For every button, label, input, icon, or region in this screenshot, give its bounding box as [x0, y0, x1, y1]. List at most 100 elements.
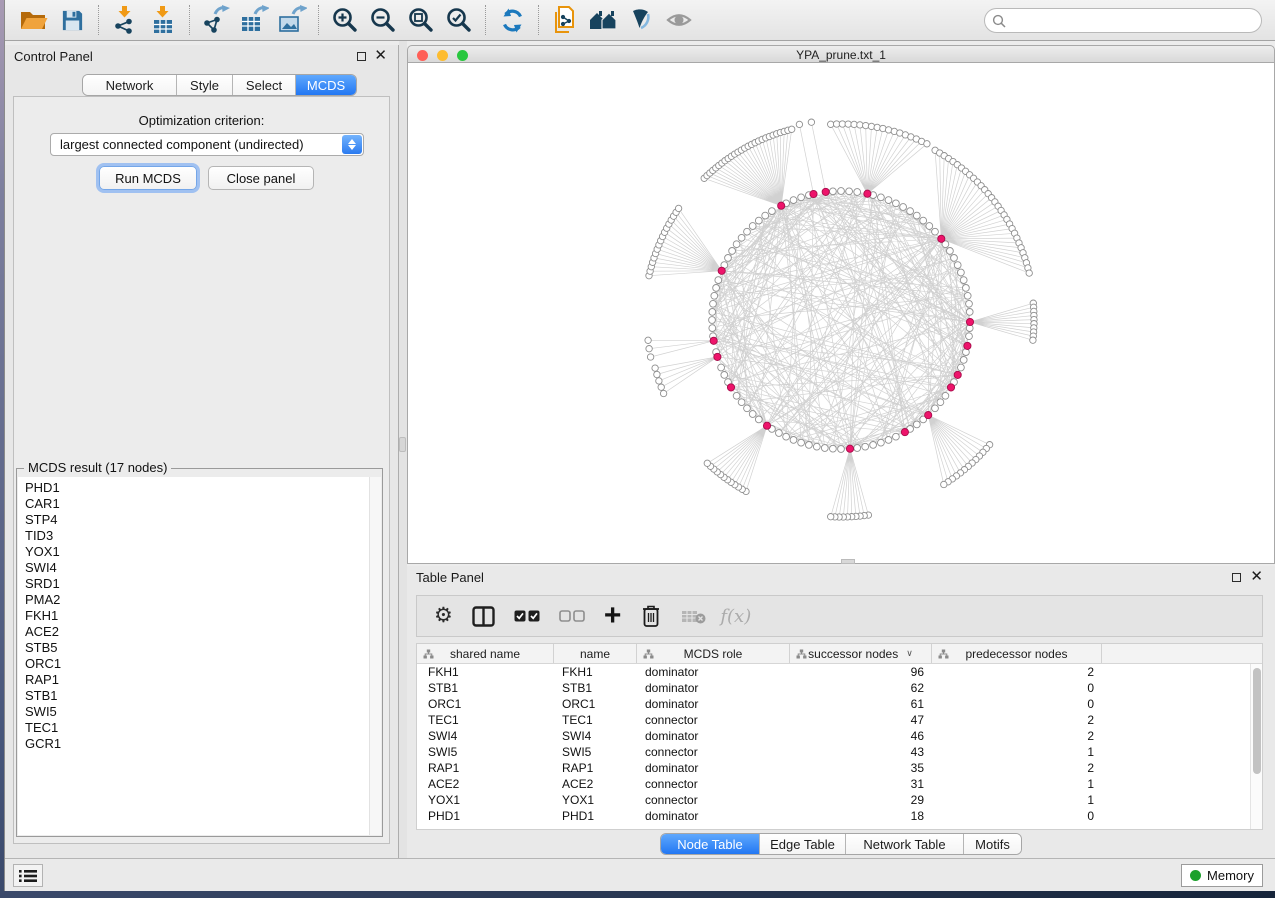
mcds-result-item[interactable]: PHD1 — [25, 480, 369, 496]
table-cell[interactable]: ACE2 — [554, 777, 637, 791]
table-cell[interactable]: SWI4 — [417, 729, 554, 743]
table-row[interactable]: SWI5SWI5connector431 — [417, 744, 1250, 760]
tab-network-table[interactable]: Network Table — [846, 834, 964, 854]
table-cell[interactable]: 46 — [790, 729, 932, 743]
table-cell[interactable]: 31 — [790, 777, 932, 791]
zoom-in-icon[interactable] — [326, 3, 364, 37]
column-header-name[interactable]: name — [554, 644, 637, 663]
table-cell[interactable]: SWI5 — [417, 745, 554, 759]
table-cell[interactable]: 2 — [932, 729, 1102, 743]
mcds-result-item[interactable]: TID3 — [25, 528, 369, 544]
table-cell[interactable]: 1 — [932, 745, 1102, 759]
table-cell[interactable]: 18 — [790, 809, 932, 823]
table-row[interactable]: STB1STB1dominator620 — [417, 680, 1250, 696]
mcds-result-item[interactable]: SRD1 — [25, 576, 369, 592]
mcds-result-item[interactable]: SWI4 — [25, 560, 369, 576]
table-cell[interactable]: dominator — [637, 697, 790, 711]
table-cell[interactable]: connector — [637, 745, 790, 759]
run-mcds-button[interactable]: Run MCDS — [99, 166, 197, 190]
clear-table-icon[interactable] — [681, 609, 706, 624]
close-panel-button[interactable]: Close panel — [208, 166, 314, 190]
first-neighbors-icon[interactable] — [584, 3, 622, 37]
zoom-selected-icon[interactable] — [440, 3, 478, 37]
search-box[interactable] — [984, 8, 1262, 33]
tab-select[interactable]: Select — [233, 75, 296, 95]
table-cell[interactable]: 1 — [932, 777, 1102, 791]
column-header-shared-name[interactable]: shared name — [417, 644, 554, 663]
table-cell[interactable]: TEC1 — [417, 713, 554, 727]
table-cell[interactable]: 35 — [790, 761, 932, 775]
table-cell[interactable]: dominator — [637, 809, 790, 823]
table-cell[interactable]: 0 — [932, 697, 1102, 711]
mcds-result-item[interactable]: SWI5 — [25, 704, 369, 720]
table-cell[interactable]: connector — [637, 793, 790, 807]
graphics-details-icon[interactable] — [622, 3, 660, 37]
mcds-result-item[interactable]: STP4 — [25, 512, 369, 528]
task-history-button[interactable] — [13, 864, 43, 887]
zoom-fit-icon[interactable] — [402, 3, 440, 37]
table-cell[interactable]: connector — [637, 777, 790, 791]
open-file-icon[interactable] — [15, 3, 53, 37]
table-cell[interactable]: RAP1 — [417, 761, 554, 775]
table-row[interactable]: ACE2ACE2connector311 — [417, 776, 1250, 792]
zoom-out-icon[interactable] — [364, 3, 402, 37]
refresh-icon[interactable] — [493, 3, 531, 37]
table-cell[interactable]: 96 — [790, 665, 932, 679]
birds-eye-icon[interactable] — [660, 3, 698, 37]
float-panel-icon[interactable] — [357, 52, 366, 61]
unselect-all-columns-icon[interactable] — [559, 610, 585, 622]
table-cell[interactable]: 62 — [790, 681, 932, 695]
export-network-icon[interactable] — [197, 3, 235, 37]
mcds-result-item[interactable]: ACE2 — [25, 624, 369, 640]
tab-style[interactable]: Style — [177, 75, 233, 95]
import-network-icon[interactable] — [106, 3, 144, 37]
table-cell[interactable]: 2 — [932, 665, 1102, 679]
tab-network[interactable]: Network — [83, 75, 177, 95]
column-header-successor-nodes[interactable]: successor nodes∨ — [790, 644, 932, 663]
close-panel-icon[interactable]: ✕ — [374, 48, 387, 64]
mcds-result-item[interactable]: TEC1 — [25, 720, 369, 736]
import-table-icon[interactable] — [144, 3, 182, 37]
table-cell[interactable]: FKH1 — [417, 665, 554, 679]
save-session-icon[interactable] — [53, 3, 91, 37]
table-cell[interactable]: 47 — [790, 713, 932, 727]
table-cell[interactable]: ORC1 — [554, 697, 637, 711]
table-row[interactable]: TEC1TEC1connector472 — [417, 712, 1250, 728]
select-all-columns-icon[interactable] — [514, 610, 540, 622]
mcds-result-item[interactable]: STB1 — [25, 688, 369, 704]
mcds-result-item[interactable]: YOX1 — [25, 544, 369, 560]
delete-icon[interactable] — [640, 604, 662, 628]
table-row[interactable]: ORC1ORC1dominator610 — [417, 696, 1250, 712]
function-builder-icon[interactable]: f(x) — [720, 606, 751, 627]
table-cell[interactable]: 0 — [932, 809, 1102, 823]
float-table-panel-icon[interactable] — [1232, 573, 1241, 582]
table-cell[interactable]: 0 — [932, 681, 1102, 695]
network-canvas[interactable] — [407, 63, 1275, 564]
table-cell[interactable]: TEC1 — [554, 713, 637, 727]
splitter-handle[interactable] — [399, 437, 406, 452]
mcds-result-item[interactable]: RAP1 — [25, 672, 369, 688]
table-cell[interactable]: SWI5 — [554, 745, 637, 759]
column-header-predecessor-nodes[interactable]: predecessor nodes — [932, 644, 1102, 663]
table-cell[interactable]: dominator — [637, 681, 790, 695]
mcds-result-item[interactable]: GCR1 — [25, 736, 369, 752]
mcds-result-item[interactable]: PMA2 — [25, 592, 369, 608]
table-cell[interactable]: dominator — [637, 729, 790, 743]
table-cell[interactable]: 2 — [932, 761, 1102, 775]
table-cell[interactable]: PHD1 — [417, 809, 554, 823]
vertical-splitter[interactable] — [399, 41, 407, 858]
table-cell[interactable]: connector — [637, 713, 790, 727]
mcds-result-item[interactable]: FKH1 — [25, 608, 369, 624]
show-columns-icon[interactable] — [472, 606, 495, 627]
table-cell[interactable]: ORC1 — [417, 697, 554, 711]
table-cell[interactable]: STB1 — [554, 681, 637, 695]
table-cell[interactable]: 43 — [790, 745, 932, 759]
close-table-panel-icon[interactable]: ✕ — [1250, 569, 1263, 585]
table-cell[interactable]: SWI4 — [554, 729, 637, 743]
table-row[interactable]: PHD1PHD1dominator180 — [417, 808, 1250, 824]
clone-network-icon[interactable] — [546, 3, 584, 37]
table-cell[interactable]: 61 — [790, 697, 932, 711]
table-cell[interactable]: FKH1 — [554, 665, 637, 679]
table-cell[interactable]: YOX1 — [554, 793, 637, 807]
table-scrollbar[interactable] — [1250, 664, 1262, 829]
